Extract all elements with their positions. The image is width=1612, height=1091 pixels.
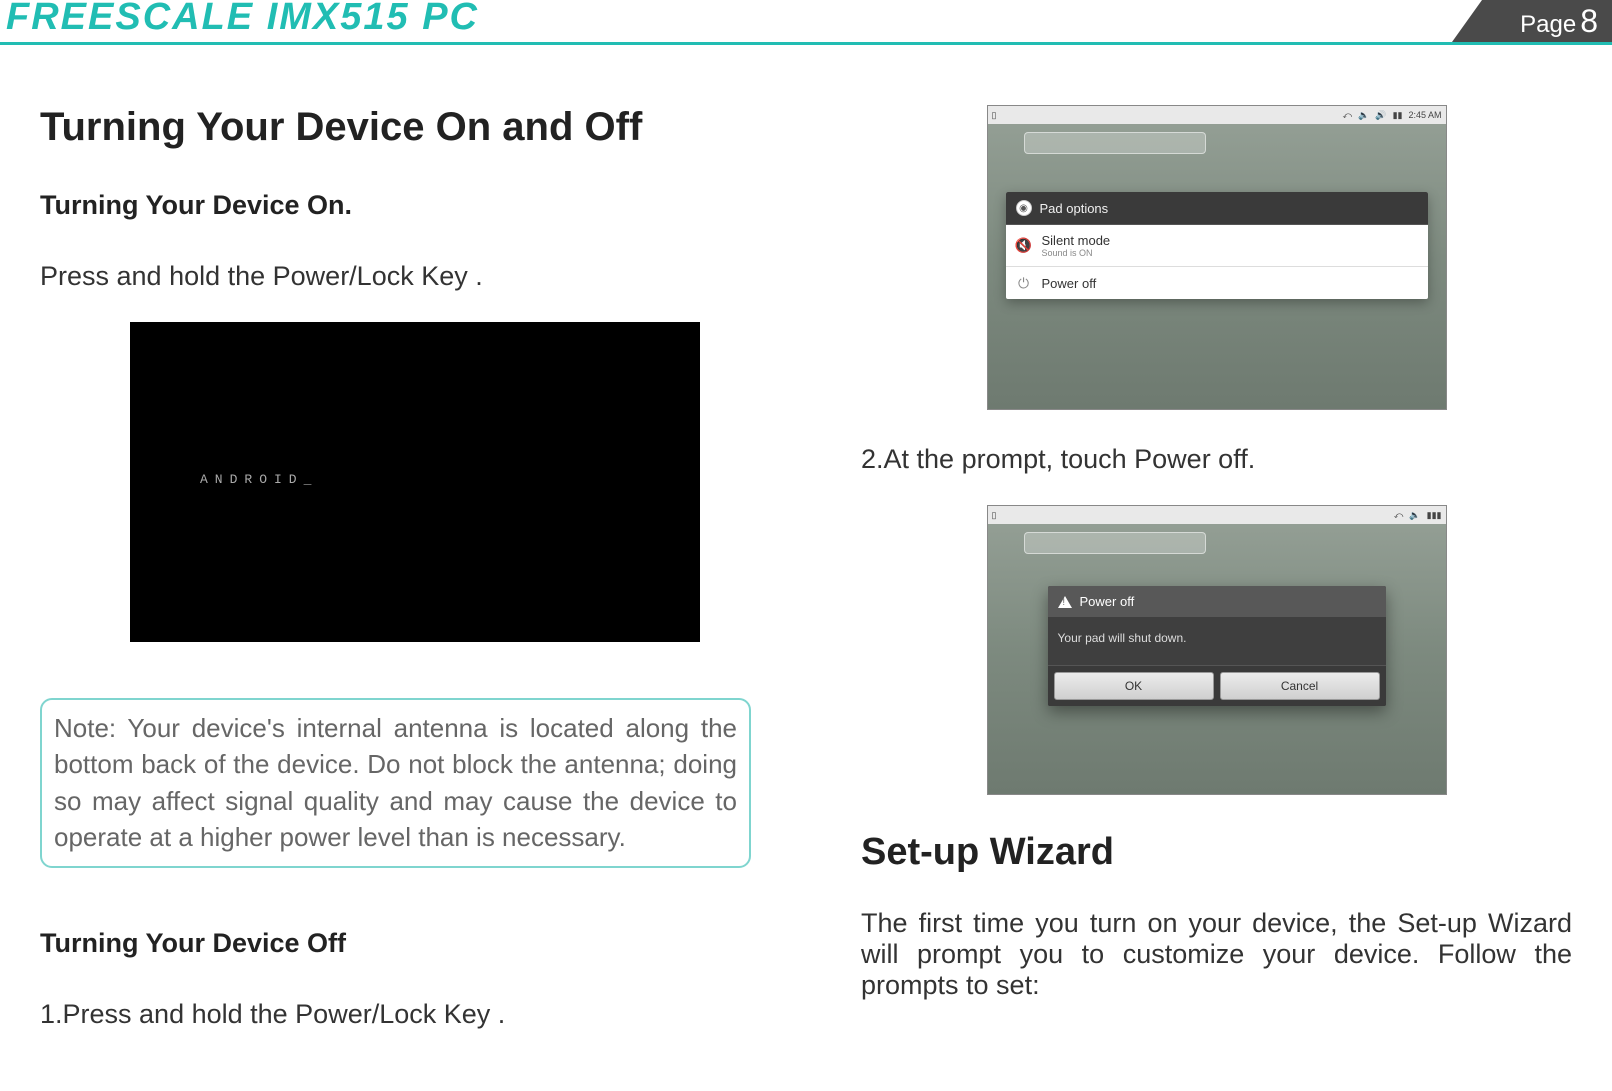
info-icon: ◉ [1016,200,1032,216]
dialog-header: ◉ Pad options [1006,192,1428,225]
power-icon: ⏻ [1016,275,1032,291]
dialog-title: Pad options [1040,201,1109,216]
page-header: FREESCALE IMX515 PC Page8 [0,0,1612,45]
page-number: 8 [1580,3,1598,39]
pad-options-dialog: ◉ Pad options 🔇 Silent mode Sound is ON … [1006,192,1428,299]
ok-button[interactable]: OK [1054,672,1214,700]
battery-icon: ▮▮ [1393,110,1403,121]
section-title-power: Turning Your Device On and Off [40,105,751,150]
screenshot-boot: ANDROID_ [130,322,700,642]
antenna-note: Note: Your device's internal antenna is … [40,698,751,868]
dialog2-title: Power off [1080,594,1135,609]
battery-icon: ▮▮▮ [1427,510,1442,521]
back-icon: ⤺ [1343,110,1353,121]
volume-up-icon: 🔊 [1375,110,1386,121]
turn-on-instruction: Press and hold the Power/Lock Key . [40,261,751,292]
power-off-dialog: Power off Your pad will shut down. OK Ca… [1048,586,1386,706]
warning-icon [1058,596,1072,608]
dialog2-body: Your pad will shut down. [1048,617,1386,665]
volume-icon: 🔈 [1409,510,1420,521]
status-left-icon: ▯ [992,110,997,121]
screenshot-power-off-confirm: ▯ ⤺ 🔈 ▮▮▮ Power off Your pad will shut d… [987,505,1447,795]
sound-icon: 🔇 [1016,238,1032,254]
subheading-turn-on: Turning Your Device On. [40,190,751,221]
status-time: 2:45 AM [1408,110,1441,120]
left-column: Turning Your Device On and Off Turning Y… [40,105,751,1060]
silent-mode-label: Silent mode [1042,233,1111,248]
section-title-setup: Set-up Wizard [861,831,1572,874]
search-bar [1024,132,1206,154]
status-bar: ▯ ⤺ 🔈 🔊 ▮▮ 2:45 AM [988,106,1446,124]
volume-icon: 🔈 [1358,110,1369,121]
power-off-row[interactable]: ⏻ Power off [1006,267,1428,299]
brand-title: FREESCALE IMX515 PC [6,0,479,39]
setup-body: The first time you turn on your device, … [861,908,1572,1001]
dialog2-header: Power off [1048,586,1386,617]
turn-off-step1: 1.Press and hold the Power/Lock Key . [40,999,751,1030]
power-off-label: Power off [1042,276,1097,291]
status-bar-2: ▯ ⤺ 🔈 ▮▮▮ [988,506,1446,524]
back-icon: ⤺ [1394,510,1404,521]
status-left-icon: ▯ [992,510,997,521]
boot-logo-text: ANDROID_ [200,472,318,487]
search-bar-2 [1024,532,1206,554]
subheading-turn-off: Turning Your Device Off [40,928,751,959]
silent-mode-row[interactable]: 🔇 Silent mode Sound is ON [1006,225,1428,267]
cancel-button[interactable]: Cancel [1220,672,1380,700]
turn-off-step2: 2.At the prompt, touch Power off. [861,444,1572,475]
dialog2-buttons: OK Cancel [1048,665,1386,706]
page-label: Page [1520,11,1576,38]
silent-mode-sub: Sound is ON [1042,248,1111,258]
screenshot-pad-options: ▯ ⤺ 🔈 🔊 ▮▮ 2:45 AM ◉ Pad options 🔇 [987,105,1447,410]
page-badge: Page8 [1482,0,1612,42]
right-column: ▯ ⤺ 🔈 🔊 ▮▮ 2:45 AM ◉ Pad options 🔇 [861,105,1572,1060]
